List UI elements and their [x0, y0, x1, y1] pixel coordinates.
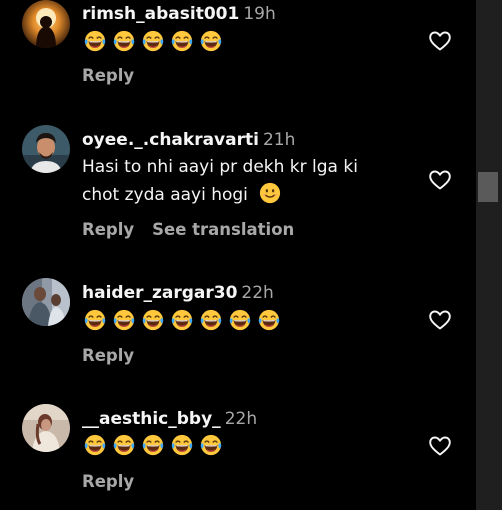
face-with-tears-of-joy-emoji	[200, 434, 222, 456]
face-with-tears-of-joy-emoji	[142, 434, 164, 456]
scrollbar-thumb[interactable]	[478, 172, 498, 202]
face-with-tears-of-joy-emoji	[84, 434, 106, 456]
timestamp: 22h	[224, 409, 258, 429]
reply-button[interactable]: Reply	[82, 472, 134, 491]
emoji-reaction-row	[84, 434, 222, 456]
face-with-tears-of-joy-emoji	[113, 434, 135, 456]
comment-actions: Reply	[82, 472, 134, 491]
face-with-tears-of-joy-emoji	[171, 434, 193, 456]
comment-item: __aesthic_bby_ 22h Reply	[0, 0, 476, 510]
username[interactable]: __aesthic_bby_	[82, 409, 221, 429]
avatar[interactable]	[22, 404, 70, 452]
heart-icon[interactable]	[428, 434, 452, 458]
scrollbar-track[interactable]	[476, 0, 502, 510]
comment-header: __aesthic_bby_ 22h	[82, 407, 257, 431]
